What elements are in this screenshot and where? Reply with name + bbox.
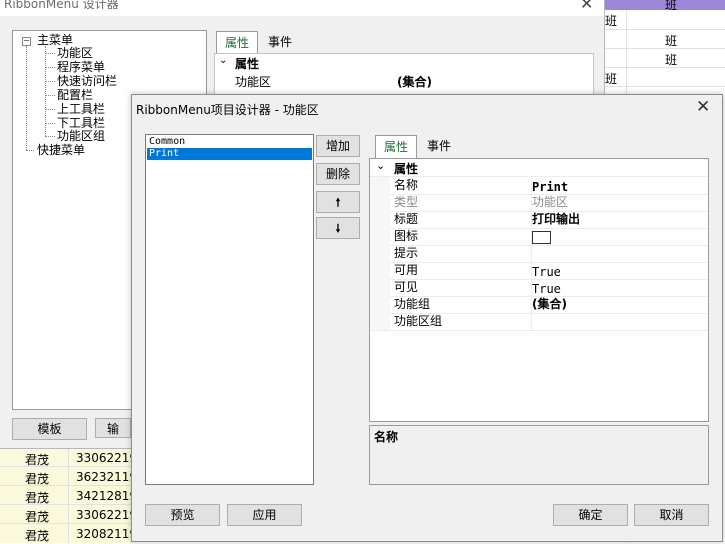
tree-item-config-bar[interactable]: 配置栏 (57, 88, 93, 102)
apply-button[interactable]: 应用 (227, 504, 302, 526)
property-value[interactable]: 打印输出 (532, 212, 580, 227)
close-icon[interactable]: ✕ (580, 0, 593, 13)
tab-events[interactable]: 事件 (260, 31, 300, 53)
item-list[interactable]: Common Print (145, 134, 314, 485)
property-name: 图标 (394, 229, 419, 243)
description-title: 名称 (374, 430, 399, 444)
property-name: 类型 (394, 195, 419, 209)
property-row[interactable]: 可见 True (370, 279, 708, 297)
back-property-grid: ⌄ 属性 功能区 (集合) (214, 53, 594, 95)
list-item-selected[interactable]: Print (147, 148, 312, 160)
property-value[interactable]: True (532, 282, 561, 297)
dialog-title: RibbonMenu项目设计器 - 功能区 (136, 103, 319, 117)
chevron-down-icon[interactable]: ⌄ (219, 55, 227, 66)
property-name: 功能区组 (394, 314, 443, 328)
sheet-row-name: 君茂 (25, 510, 50, 524)
property-value[interactable]: (集合) (532, 297, 567, 312)
sheet-cell: 班 (605, 14, 618, 28)
list-item[interactable]: Common (147, 136, 312, 148)
cancel-button[interactable]: 取消 (634, 504, 709, 526)
sheet-row-name: 君茂 (25, 529, 50, 543)
property-row[interactable]: 图标 (370, 228, 708, 246)
window-title: RibbonMenu 设计器 (4, 0, 119, 11)
title-bar: RibbonMenu 设计器 ✕ (0, 0, 604, 16)
tree-item-quick-access[interactable]: 快速访问栏 (57, 74, 117, 88)
property-grid: ⌄ 属性 名称 Print 类型 功能区 标题 打印输出 图标 提示 可用 Tr… (369, 158, 709, 422)
output-button[interactable]: 输出 (95, 418, 131, 438)
property-category-row[interactable]: ⌄ 属性 (370, 159, 708, 177)
tree-item-shortcut-menu[interactable]: 快捷菜单 (37, 143, 85, 157)
sheet-cell: 班 (665, 34, 678, 48)
property-name: 功能区 (235, 75, 272, 89)
add-button[interactable]: 增加 (316, 135, 360, 157)
property-name: 可见 (394, 280, 419, 294)
tree-item-lower-toolbar[interactable]: 下工具栏 (57, 116, 105, 130)
property-row[interactable]: 标题 打印输出 (370, 211, 708, 229)
property-row[interactable]: 提示 (370, 245, 708, 263)
property-name: 提示 (394, 246, 419, 260)
property-row[interactable]: 类型 功能区 (370, 194, 708, 212)
property-value: 功能区 (532, 195, 569, 209)
sheet-row-id: 33062219 (76, 451, 138, 465)
tab-events[interactable]: 事件 (419, 135, 459, 157)
tab-properties[interactable]: 属性 (375, 135, 418, 158)
property-name: 功能组 (394, 297, 431, 311)
tree-item-main-menu[interactable]: 主菜单 (37, 33, 73, 47)
sheet-row-id: 33062219 (76, 508, 138, 522)
ok-button[interactable]: 确定 (553, 504, 628, 526)
sheet-row-id: 36232119 (76, 470, 138, 484)
dialog-tab-strip: 属性 事件 (369, 134, 709, 158)
property-row[interactable]: 名称 Print (370, 177, 708, 195)
move-down-button[interactable]: 🠗 (316, 217, 360, 239)
chevron-down-icon[interactable]: ⌄ (376, 159, 385, 172)
close-icon[interactable]: ✕ (696, 97, 710, 117)
sheet-row-name: 君茂 (25, 472, 50, 486)
category-label: 属性 (235, 57, 260, 71)
sheet-cell: 班 (605, 72, 618, 86)
arrow-up-icon: 🠕 (335, 196, 341, 209)
sheet-row-name: 君茂 (25, 453, 50, 467)
sheet-row-name: 君茂 (25, 491, 50, 505)
property-name: 标题 (394, 212, 419, 226)
delete-button[interactable]: 删除 (316, 163, 360, 185)
property-row[interactable]: 功能组 (集合) (370, 296, 708, 314)
property-row[interactable]: 功能区组 (370, 313, 708, 331)
category-label: 属性 (394, 162, 419, 176)
tree-item-ribbon-group[interactable]: 功能区组 (57, 129, 105, 143)
template-button[interactable]: 模板 (12, 418, 87, 440)
property-name: 可用 (394, 263, 419, 277)
sheet-row-id: 32082119 (76, 527, 138, 541)
tab-properties[interactable]: 属性 (216, 31, 259, 54)
preview-button[interactable]: 预览 (145, 504, 220, 526)
property-row[interactable]: 可用 True (370, 262, 708, 280)
property-name: 名称 (394, 178, 419, 192)
property-value[interactable]: (集合) (397, 73, 432, 90)
property-description-panel: 名称 (369, 425, 709, 485)
image-swatch-icon[interactable] (532, 231, 551, 244)
tree-item-upper-toolbar[interactable]: 上工具栏 (57, 102, 105, 116)
tree-item-ribbon-area[interactable]: 功能区 (57, 46, 93, 60)
sheet-row-id: 34212819 (76, 489, 138, 503)
move-up-button[interactable]: 🠕 (316, 191, 360, 213)
collapse-icon[interactable]: − (22, 37, 31, 46)
arrow-down-icon: 🠗 (335, 222, 341, 235)
tree-item-app-menu[interactable]: 程序菜单 (57, 60, 105, 74)
property-value[interactable]: True (532, 265, 561, 280)
property-value[interactable]: Print (532, 180, 568, 195)
back-tab-strip: 属性 事件 (214, 30, 592, 54)
sheet-cell: 班 (665, 53, 678, 67)
sheet-cell: 班 (665, 0, 678, 12)
ribbon-item-designer-dialog: RibbonMenu项目设计器 - 功能区 ✕ Common Print 增加 … (131, 94, 723, 542)
